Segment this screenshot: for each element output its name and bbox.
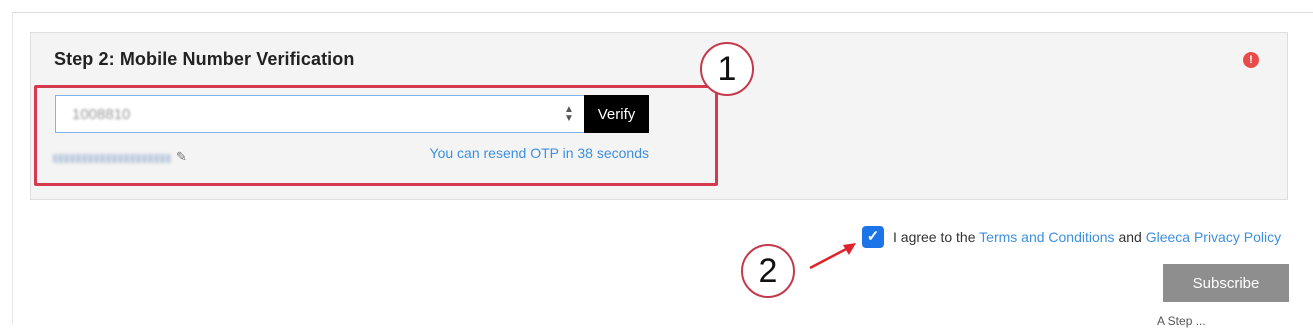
agreement-conjunction: and bbox=[1118, 229, 1142, 245]
agree-checkbox[interactable]: ✓ bbox=[862, 226, 884, 248]
annotation-highlight-box bbox=[34, 85, 718, 186]
agreement-prefix: I agree to the bbox=[893, 229, 976, 245]
agreement-text: I agree to the Terms and Conditions and … bbox=[893, 229, 1281, 245]
callout-number-1: 1 bbox=[700, 42, 754, 96]
footer-cutoff-text: A Step ... bbox=[1157, 314, 1206, 328]
callout-arrow-icon bbox=[809, 243, 856, 270]
terms-link[interactable]: Terms and Conditions bbox=[979, 229, 1114, 245]
top-divider bbox=[12, 12, 1313, 13]
exclamation-circle-icon: ! bbox=[1243, 52, 1259, 68]
callout-number-2: 2 bbox=[741, 244, 795, 298]
subscribe-button[interactable]: Subscribe bbox=[1163, 264, 1289, 302]
privacy-policy-link[interactable]: Gleeca Privacy Policy bbox=[1146, 229, 1281, 245]
left-divider bbox=[12, 12, 13, 325]
panel-title: Step 2: Mobile Number Verification bbox=[54, 49, 355, 69]
checkmark-icon: ✓ bbox=[866, 228, 880, 245]
